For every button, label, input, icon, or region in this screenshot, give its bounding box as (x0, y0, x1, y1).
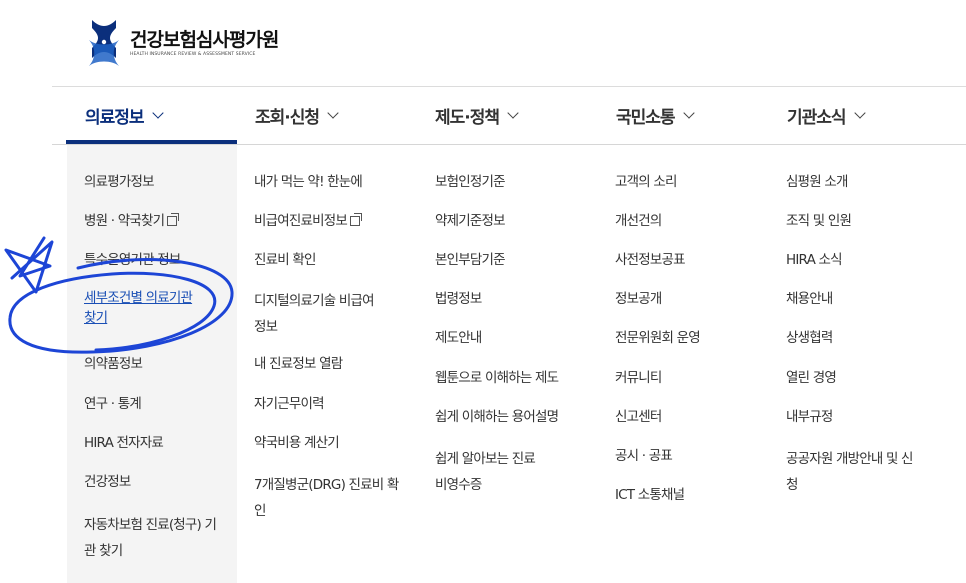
nav-label: 기관소식 (787, 108, 847, 128)
nav-label: 조회·신청 (255, 108, 320, 128)
menu-item[interactable]: 공공자원 개방안내 및 신청 (786, 446, 921, 498)
menu-item-with-external[interactable]: 병원 · 약국찾기 (84, 211, 180, 231)
menu-item[interactable]: 웹툰으로 이해하는 제도 (435, 368, 559, 388)
menu-item[interactable]: 내 진료정보 열람 (254, 354, 343, 374)
nav-medical-info[interactable]: 의료정보 (85, 87, 164, 144)
chevron-down-icon (682, 107, 695, 119)
menu-item[interactable]: 약국비용 계산기 (254, 433, 340, 453)
menu-item[interactable]: 커뮤니티 (615, 368, 662, 388)
menu-item[interactable]: 건강정보 (84, 472, 131, 492)
menu-item[interactable]: 조직 및 인원 (786, 211, 852, 231)
menu-item[interactable]: 진료비 확인 (254, 250, 316, 270)
menu-item[interactable]: 고객의 소리 (615, 172, 677, 192)
chevron-down-icon (327, 107, 339, 119)
menu-item[interactable]: 정보공개 (615, 289, 662, 309)
annotation-star-icon (4, 236, 54, 294)
hira-logo-icon (86, 18, 122, 68)
menu-item[interactable]: 열린 경영 (786, 368, 837, 388)
nav-label: 제도·정책 (435, 108, 500, 128)
menu-item[interactable]: 자동차보험 진료(청구) 기관 찾기 (84, 512, 224, 564)
external-link-icon (349, 213, 362, 226)
external-link-icon (167, 213, 180, 226)
nav-agency-news[interactable]: 기관소식 (787, 87, 866, 144)
menu-item[interactable]: 쉽게 이해하는 용어설명 (435, 407, 559, 427)
site-logo[interactable]: 건강보험심사평가원 HEALTH INSURANCE REVIEW & ASSE… (86, 18, 279, 68)
brand-subtitle: HEALTH INSURANCE REVIEW & ASSESSMENT SER… (130, 52, 256, 57)
menu-item[interactable]: HIRA 전자자료 (84, 433, 164, 453)
menu-item[interactable]: 심평원 소개 (786, 172, 848, 192)
menu-item-label: 비급여진료비정보 (254, 213, 348, 229)
menu-item-detailed-search[interactable]: 세부조건별 의료기관 찾기 (84, 288, 206, 328)
nav-label: 국민소통 (616, 108, 676, 128)
menu-item-label: 병원 · 약국찾기 (84, 213, 165, 229)
nav-lookup-apply[interactable]: 조회·신청 (255, 87, 339, 144)
nav-public-communication[interactable]: 국민소통 (616, 87, 695, 144)
menu-item[interactable]: 자기근무이력 (254, 394, 325, 414)
menu-item[interactable]: 의약품정보 (84, 354, 143, 374)
menu-item[interactable]: 약제기준정보 (435, 211, 506, 231)
nav-system-policy[interactable]: 제도·정책 (435, 87, 519, 144)
main-nav: 의료정보 조회·신청 제도·정책 국민소통 기관소식 (52, 87, 966, 144)
chevron-down-icon (151, 107, 164, 119)
menu-item[interactable]: 신고센터 (615, 407, 662, 427)
menu-item[interactable]: 공시 · 공표 (615, 446, 673, 466)
menu-item[interactable]: 상생협력 (786, 328, 833, 348)
menu-item[interactable]: 개선건의 (615, 211, 662, 231)
menu-item[interactable]: 본인부담기준 (435, 250, 506, 270)
menu-item[interactable]: 보험인정기준 (435, 172, 506, 192)
menu-item[interactable]: 전문위원회 운영 (615, 328, 701, 348)
brand-name: 건강보험심사평가원 (130, 29, 279, 51)
menu-item[interactable]: 내부규정 (786, 407, 833, 427)
menu-item[interactable]: 디지털의료기술 비급여정보 (254, 288, 379, 340)
menu-item[interactable]: 채용안내 (786, 289, 833, 309)
menu-item[interactable]: 사전정보공표 (615, 250, 686, 270)
chevron-down-icon (853, 107, 866, 119)
menu-item[interactable]: 쉽게 알아보는 진료비영수증 (435, 446, 536, 498)
menu-item[interactable]: 연구 · 통계 (84, 394, 142, 414)
menu-item-with-external[interactable]: 비급여진료비정보 (254, 211, 362, 231)
menu-item[interactable]: 특수운영기관 정보 (84, 250, 181, 270)
menu-item[interactable]: HIRA 소식 (786, 250, 843, 270)
menu-item[interactable]: 의료평가정보 (84, 172, 155, 192)
menu-item[interactable]: 내가 먹는 약! 한눈에 (254, 172, 363, 192)
nav-label: 의료정보 (85, 108, 145, 128)
chevron-down-icon (507, 107, 519, 119)
menu-item[interactable]: 7개질병군(DRG) 진료비 확인 (254, 472, 404, 524)
menu-item[interactable]: ICT 소통채널 (615, 485, 685, 505)
menu-item[interactable]: 제도안내 (435, 328, 482, 348)
menu-item[interactable]: 법령정보 (435, 289, 482, 309)
